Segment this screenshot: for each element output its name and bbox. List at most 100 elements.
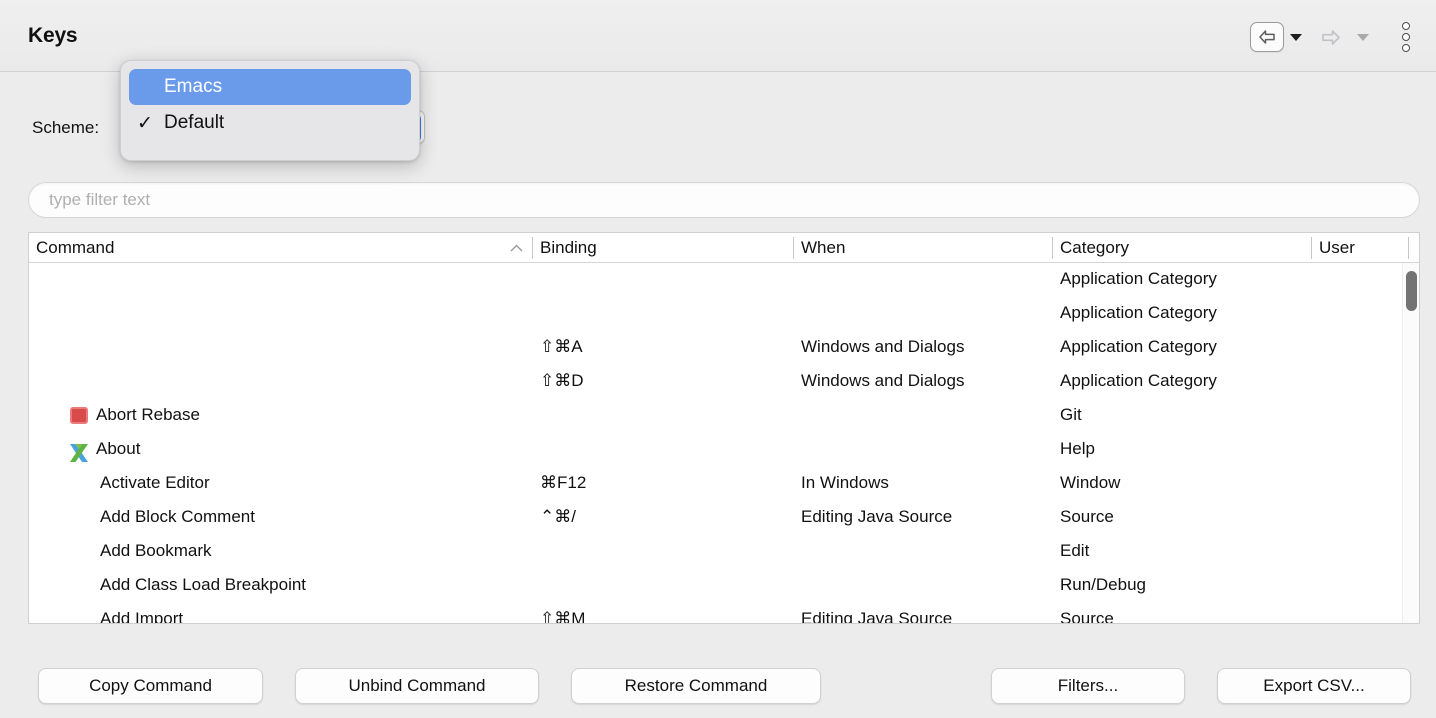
page-title: Keys — [28, 24, 77, 48]
cell-category: Source — [1053, 500, 1311, 534]
cell-category: Source — [1053, 602, 1311, 624]
arrow-left-icon — [1257, 29, 1277, 45]
cell-category: Application Category — [1053, 296, 1311, 330]
scrollbar-thumb[interactable] — [1406, 271, 1417, 311]
cell-user — [1312, 263, 1408, 296]
cell-user — [1312, 500, 1408, 534]
table-row[interactable]: Application Category — [29, 263, 1419, 296]
table-row[interactable]: Add Bookmark Edit — [29, 534, 1419, 568]
cell-user — [1312, 602, 1408, 624]
scheme-option-label: Emacs — [164, 76, 222, 98]
table-row[interactable]: Activate Editor ⌘F12 In Windows Window — [29, 466, 1419, 500]
scheme-option-emacs[interactable]: Emacs — [129, 69, 411, 105]
column-header-user[interactable]: User — [1312, 233, 1408, 263]
forward-dropdown-icon[interactable] — [1357, 34, 1369, 41]
cell-command: Add Block Comment — [93, 500, 532, 534]
checkmark-icon: ✓ — [137, 112, 164, 135]
cell-binding — [533, 296, 793, 330]
cell-user — [1312, 534, 1408, 568]
keymap-table: Command Binding When Category User Appli… — [28, 232, 1420, 624]
back-button[interactable] — [1250, 22, 1284, 52]
table-header: Command Binding When Category User — [29, 233, 1419, 263]
cell-category: Git — [1053, 398, 1311, 432]
table-row[interactable]: Abort Rebase Git — [29, 398, 1419, 432]
search-input[interactable] — [29, 183, 1419, 217]
cell-binding: ⌘F12 — [533, 466, 793, 500]
column-header-command[interactable]: Command — [29, 233, 532, 263]
cell-category: Application Category — [1053, 330, 1311, 364]
cell-command — [63, 263, 532, 296]
cell-command: Abort Rebase — [63, 398, 532, 432]
sort-ascending-icon[interactable] — [510, 244, 523, 252]
restore-command-button[interactable]: Restore Command — [571, 668, 821, 704]
cell-user — [1312, 364, 1408, 398]
unbind-command-button[interactable]: Unbind Command — [295, 668, 539, 704]
ellipsis-dot — [1402, 44, 1410, 52]
cell-user — [1312, 398, 1408, 432]
cell-category: Edit — [1053, 534, 1311, 568]
table-row[interactable]: ⇧⌘A Windows and Dialogs Application Cate… — [29, 330, 1419, 364]
cell-command: Add Import — [93, 602, 532, 624]
table-row[interactable]: Add Block Comment ⌃⌘/ Editing Java Sourc… — [29, 500, 1419, 534]
column-header-binding[interactable]: Binding — [533, 233, 793, 263]
cell-binding: ⇧⌘D — [533, 364, 793, 398]
cell-category: Application Category — [1053, 263, 1311, 296]
keys-preferences-panel: Keys Scheme: — [0, 0, 1436, 718]
ellipsis-dot — [1402, 22, 1410, 30]
stop-square-icon — [70, 407, 88, 424]
cell-user — [1312, 568, 1408, 602]
cell-command-label: About — [96, 432, 140, 466]
filters-button[interactable]: Filters... — [991, 668, 1185, 704]
cell-binding: ⇧⌘M — [533, 602, 793, 624]
scheme-option-default[interactable]: ✓ Default — [129, 105, 411, 141]
copy-command-button[interactable]: Copy Command — [38, 668, 263, 704]
cell-when: Editing Java Source — [794, 500, 1052, 534]
cell-when: Editing Java Source — [794, 602, 1052, 624]
arrow-right-icon — [1320, 29, 1342, 46]
ellipsis-dot — [1402, 33, 1410, 41]
filter-field[interactable] — [28, 182, 1420, 218]
cell-command: About — [63, 432, 532, 466]
back-dropdown-icon[interactable] — [1290, 34, 1302, 41]
table-row[interactable]: Add Class Load Breakpoint Run/Debug — [29, 568, 1419, 602]
scheme-option-label: Default — [164, 112, 224, 134]
cell-when — [794, 263, 1052, 296]
cell-command: Add Bookmark — [93, 534, 532, 568]
cell-binding — [533, 534, 793, 568]
cell-category: Help — [1053, 432, 1311, 466]
column-divider[interactable] — [1408, 237, 1409, 259]
cell-category: Application Category — [1053, 364, 1311, 398]
cell-when — [794, 534, 1052, 568]
cell-command: Activate Editor — [93, 466, 532, 500]
scheme-dropdown-menu[interactable]: Emacs ✓ Default — [120, 60, 420, 161]
table-body: Application Category Application Categor… — [29, 263, 1419, 624]
cell-command-label: Abort Rebase — [96, 398, 200, 432]
vertical-ellipsis-icon[interactable] — [1394, 20, 1418, 54]
cell-binding — [533, 568, 793, 602]
cell-when — [794, 432, 1052, 466]
scheme-label: Scheme: — [32, 118, 99, 138]
column-header-category[interactable]: Category — [1053, 233, 1311, 263]
cell-category: Run/Debug — [1053, 568, 1311, 602]
table-row[interactable]: Application Category — [29, 296, 1419, 330]
forward-button[interactable] — [1311, 22, 1351, 52]
cell-when: Windows and Dialogs — [794, 330, 1052, 364]
table-row[interactable]: ⇧⌘D Windows and Dialogs Application Cate… — [29, 364, 1419, 398]
column-header-when[interactable]: When — [794, 233, 1052, 263]
cell-command: Add Class Load Breakpoint — [93, 568, 532, 602]
cell-binding — [533, 398, 793, 432]
cell-when — [794, 296, 1052, 330]
export-csv-button[interactable]: Export CSV... — [1217, 668, 1411, 704]
cell-user — [1312, 296, 1408, 330]
table-row[interactable]: Add Import ⇧⌘M Editing Java Source Sourc… — [29, 602, 1419, 624]
cell-when: Windows and Dialogs — [794, 364, 1052, 398]
cell-binding — [533, 263, 793, 296]
cell-when — [794, 398, 1052, 432]
cell-category: Window — [1053, 466, 1311, 500]
table-row[interactable]: About Help — [29, 432, 1419, 466]
cell-command — [63, 296, 532, 330]
table-vertical-scrollbar[interactable] — [1402, 263, 1419, 624]
cell-binding: ⌃⌘/ — [533, 500, 793, 534]
toolbar — [1250, 18, 1418, 56]
app-logo-icon — [70, 440, 88, 458]
